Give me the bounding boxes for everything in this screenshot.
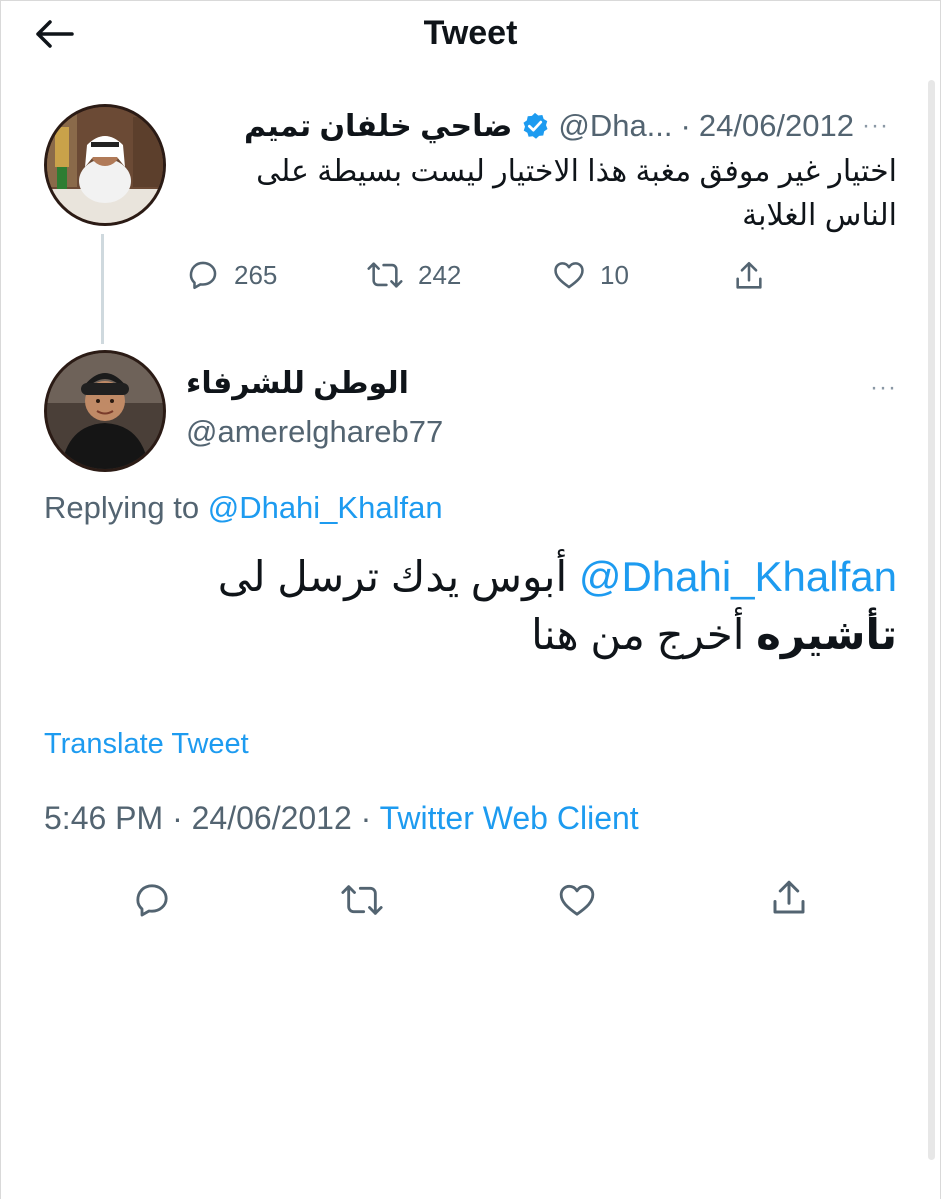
share-icon bbox=[773, 880, 805, 914]
display-name[interactable]: الوطن للشرفاء bbox=[186, 366, 409, 401]
parent-header-row: ··· 24/06/2012 · @Dha... ضاحي خلفان تميم bbox=[244, 104, 889, 148]
avatar-reply[interactable] bbox=[44, 350, 166, 472]
page-title: Tweet bbox=[423, 14, 518, 52]
meta-separator: · bbox=[163, 800, 192, 836]
retweet-icon bbox=[367, 262, 403, 288]
share-button[interactable] bbox=[768, 876, 810, 925]
tweet-text-part: أخرج من هنا bbox=[531, 611, 757, 658]
tweet-text-bold: تأشيره bbox=[756, 611, 897, 658]
scrollbar[interactable] bbox=[928, 80, 935, 1160]
tweet-text-line-2: تأشيره أخرج من هنا bbox=[37, 606, 897, 664]
date-separator: · bbox=[680, 108, 691, 143]
avatar-image bbox=[47, 107, 163, 223]
display-name[interactable]: ضاحي خلفان تميم bbox=[244, 109, 512, 144]
heart-icon bbox=[559, 884, 595, 916]
more-options-button[interactable]: ··· bbox=[870, 374, 897, 402]
replying-to: Replying to @Dhahi_Khalfan bbox=[44, 490, 443, 526]
tweet-meta: 5:46 PM · 24/06/2012 · Twitter Web Clien… bbox=[44, 800, 639, 837]
reply-count: 265 bbox=[234, 259, 278, 290]
share-button[interactable] bbox=[732, 258, 766, 294]
header-bar: Tweet bbox=[0, 0, 941, 70]
verified-badge-icon bbox=[523, 112, 548, 139]
heart-icon bbox=[554, 262, 584, 289]
reply-icon bbox=[189, 261, 217, 290]
tweet-time[interactable]: 5:46 PM bbox=[44, 800, 163, 836]
reply-button[interactable]: 265 bbox=[186, 258, 277, 292]
tweet-actions bbox=[0, 876, 941, 926]
reply-icon bbox=[136, 884, 168, 917]
like-count: 10 bbox=[600, 259, 629, 290]
retweet-icon bbox=[341, 885, 383, 915]
replying-handle-link[interactable]: @Dhahi_Khalfan bbox=[208, 490, 443, 525]
thread-connector bbox=[101, 234, 104, 344]
like-button[interactable]: 10 bbox=[552, 258, 629, 292]
tweet-date[interactable]: 24/06/2012 bbox=[699, 108, 854, 144]
retweet-count: 242 bbox=[418, 259, 462, 290]
reply-button[interactable] bbox=[132, 880, 172, 925]
share-icon bbox=[736, 261, 762, 289]
tweet-text: @Dhahi_Khalfan أبوس يدك ترسل لى تأشيره أ… bbox=[37, 548, 897, 664]
tweet-text-line-1: @Dhahi_Khalfan أبوس يدك ترسل لى bbox=[37, 548, 897, 606]
tweet-date[interactable]: 24/06/2012 bbox=[192, 800, 352, 836]
retweet-button[interactable]: 242 bbox=[366, 258, 461, 292]
user-handle[interactable]: @amerelghareb77 bbox=[186, 414, 443, 450]
retweet-button[interactable] bbox=[340, 880, 384, 925]
replying-prefix: Replying to bbox=[44, 490, 208, 525]
translate-tweet-link[interactable]: Translate Tweet bbox=[44, 728, 249, 761]
tweet-text: اختيار غير موفق مغبة هذا الاختيار ليست ب… bbox=[256, 155, 897, 232]
mention-link[interactable]: @Dhahi_Khalfan bbox=[579, 553, 897, 600]
user-handle[interactable]: @Dha... bbox=[558, 108, 672, 144]
tweet-source-link[interactable]: Twitter Web Client bbox=[380, 800, 639, 836]
meta-separator: · bbox=[351, 800, 380, 836]
tweet-actions: 265 242 10 bbox=[180, 256, 780, 296]
avatar-parent[interactable] bbox=[44, 104, 166, 226]
like-button[interactable] bbox=[556, 880, 598, 925]
tweet-text-part: أبوس يدك ترسل لى bbox=[217, 553, 579, 600]
more-options-button[interactable]: ··· bbox=[862, 112, 889, 140]
avatar-image bbox=[47, 353, 163, 469]
